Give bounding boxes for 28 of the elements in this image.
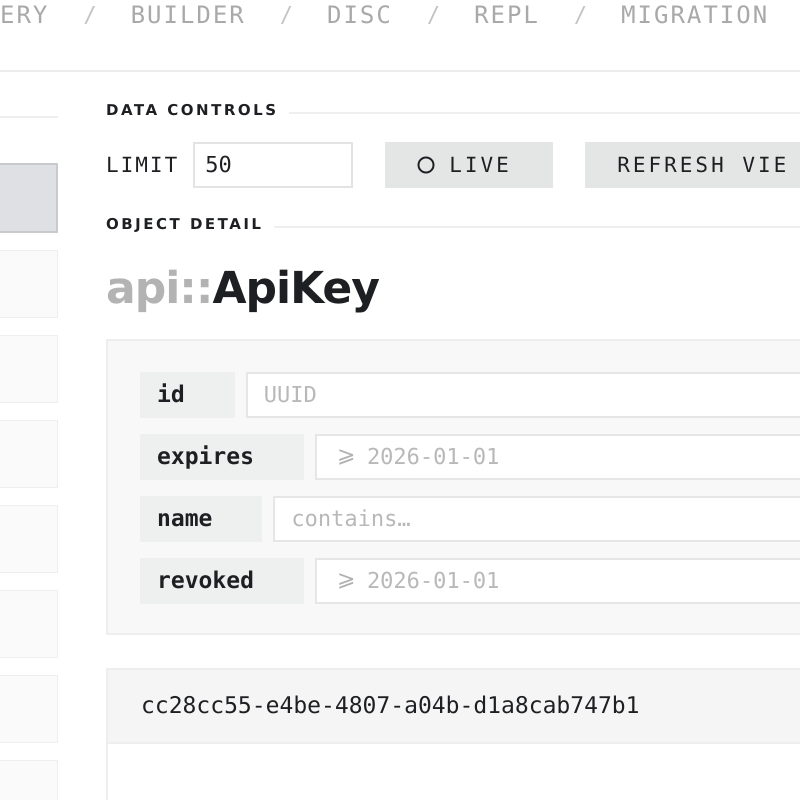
live-button[interactable]: LIVE xyxy=(385,142,554,188)
field-label: name xyxy=(140,496,262,542)
limit-label: LIMIT xyxy=(106,153,180,177)
nav-tab[interactable]: DISC xyxy=(327,1,393,29)
nav-tab[interactable]: BUILDER xyxy=(130,1,246,29)
circle-icon xyxy=(417,156,436,174)
nav-separator: / xyxy=(280,2,294,28)
refresh-button[interactable]: REFRESH VIE xyxy=(585,142,800,188)
field-label: expires xyxy=(140,434,304,480)
nav-tab[interactable]: MIGRATION xyxy=(621,1,770,29)
sidebar-item[interactable] xyxy=(0,163,58,233)
filter-field[interactable]: UUID xyxy=(246,372,800,418)
record-id: cc28cc55-e4be-4807-a04b-d1a8cab747b1 xyxy=(141,693,640,719)
operator-symbol: ⩾ xyxy=(336,444,355,468)
object-title: ApiKey xyxy=(212,263,379,314)
field-label: id xyxy=(140,372,235,418)
field-label: revoked xyxy=(140,558,304,604)
nav-separator: / xyxy=(426,2,440,28)
nav-separator: / xyxy=(574,2,588,28)
nav-tab[interactable]: REPL xyxy=(474,1,540,29)
nav-separator: / xyxy=(83,2,97,28)
limit-field[interactable]: 50 xyxy=(193,142,354,188)
nav-tab[interactable]: ERY xyxy=(0,1,50,29)
filter-field[interactable]: contains… xyxy=(273,496,800,542)
operator-symbol: ⩾ xyxy=(336,568,355,592)
section-heading: DATA CONTROLS xyxy=(106,101,279,119)
namespace-title: api:: xyxy=(106,263,212,314)
section-heading: OBJECT DETAIL xyxy=(106,215,264,233)
